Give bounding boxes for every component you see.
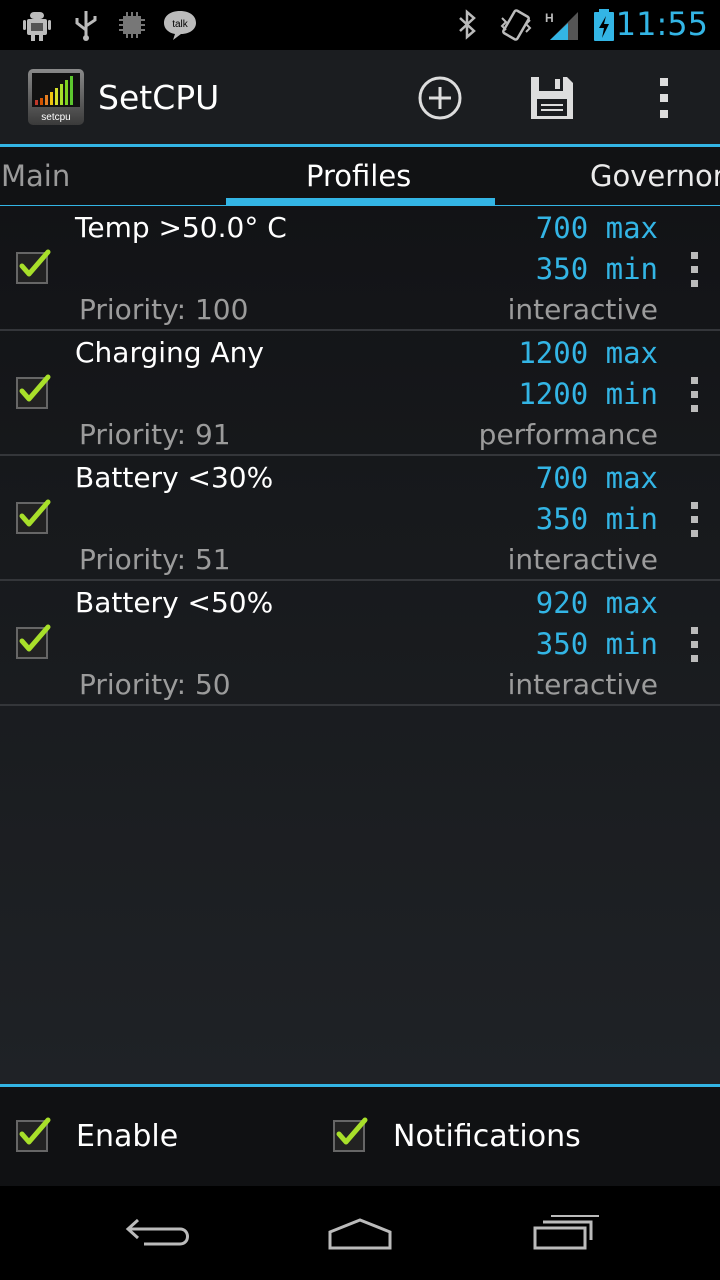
talk-label: talk (172, 19, 189, 30)
tab-selected-indicator (226, 198, 495, 205)
profile-min-freq: 350 min (535, 502, 658, 536)
profile-min-freq: 1200 min (518, 377, 658, 411)
profile-governor: performance (478, 418, 658, 451)
profile-governor: interactive (507, 543, 658, 576)
enable-label[interactable]: Enable (76, 1119, 178, 1154)
status-bar: talk H 11:55 (0, 0, 720, 50)
notifications-label[interactable]: Notifications (393, 1119, 581, 1154)
vibrate-icon (500, 9, 532, 41)
signal-icon: H (545, 11, 578, 40)
android-debug-icon (23, 12, 51, 41)
save-button[interactable] (522, 70, 582, 126)
battery-charging-icon (594, 9, 614, 41)
network-type: H (545, 11, 554, 25)
tab-governor[interactable]: Governor (590, 159, 720, 193)
profile-menu-icon[interactable] (684, 375, 706, 415)
bluetooth-icon (459, 9, 476, 40)
app-title: SetCPU (98, 78, 220, 117)
tab-profiles[interactable]: Profiles (306, 159, 411, 193)
profile-name: Charging Any (75, 336, 264, 369)
profile-priority: Priority: 100 (79, 293, 249, 326)
profile-min-freq: 350 min (535, 252, 658, 286)
bottom-options-bar: Enable Notifications (0, 1084, 720, 1186)
action-bar: setcpu SetCPU (0, 50, 720, 144)
save-icon (531, 77, 573, 119)
profile-governor: interactive (507, 293, 658, 326)
profile-priority: Priority: 50 (79, 668, 231, 701)
recent-apps-button[interactable] (518, 1204, 608, 1260)
overflow-menu-button[interactable] (634, 70, 694, 126)
back-icon (125, 1218, 189, 1246)
notifications-checkbox[interactable] (331, 1114, 371, 1154)
overflow-menu-icon (660, 78, 668, 118)
home-icon (328, 1218, 392, 1250)
profile-max-freq: 1200 max (518, 336, 658, 370)
profile-priority: Priority: 91 (79, 418, 231, 451)
clock: 11:55 (615, 5, 708, 43)
cpu-chip-icon (119, 12, 145, 38)
profile-max-freq: 700 max (535, 211, 658, 245)
recent-apps-icon (533, 1215, 599, 1250)
enable-checkbox[interactable] (14, 1114, 54, 1154)
profile-checkbox[interactable] (14, 496, 54, 536)
profile-governor: interactive (507, 668, 658, 701)
tab-bar: Main Profiles Governor (0, 144, 720, 206)
profile-checkbox[interactable] (14, 371, 54, 411)
profile-name: Battery <50% (75, 586, 274, 619)
tab-main[interactable]: Main (1, 159, 70, 193)
add-icon (418, 76, 462, 120)
navigation-bar (0, 1186, 720, 1280)
profile-min-freq: 350 min (535, 627, 658, 661)
profile-checkbox[interactable] (14, 246, 54, 286)
talk-icon: talk (164, 11, 196, 40)
profile-priority: Priority: 51 (79, 543, 231, 576)
profile-max-freq: 700 max (535, 461, 658, 495)
profile-row[interactable]: Battery <30% Priority: 51 700 max 350 mi… (0, 456, 720, 581)
app-icon-label: setcpu (41, 112, 70, 123)
profile-name: Temp >50.0° C (75, 211, 287, 244)
home-button[interactable] (315, 1204, 405, 1260)
profile-list: Temp >50.0° C Priority: 100 700 max 350 … (0, 206, 720, 1084)
profile-name: Battery <30% (75, 461, 274, 494)
profile-menu-icon[interactable] (684, 500, 706, 540)
setcpu-app-icon[interactable]: setcpu (27, 68, 85, 126)
profile-row[interactable]: Temp >50.0° C Priority: 100 700 max 350 … (0, 206, 720, 331)
profile-menu-icon[interactable] (684, 250, 706, 290)
profile-menu-icon[interactable] (684, 625, 706, 665)
add-profile-button[interactable] (410, 70, 470, 126)
profile-max-freq: 920 max (535, 586, 658, 620)
profile-checkbox[interactable] (14, 621, 54, 661)
profile-row[interactable]: Battery <50% Priority: 50 920 max 350 mi… (0, 581, 720, 706)
profile-row[interactable]: Charging Any Priority: 91 1200 max 1200 … (0, 331, 720, 456)
usb-icon (75, 11, 97, 41)
back-button[interactable] (115, 1204, 205, 1260)
